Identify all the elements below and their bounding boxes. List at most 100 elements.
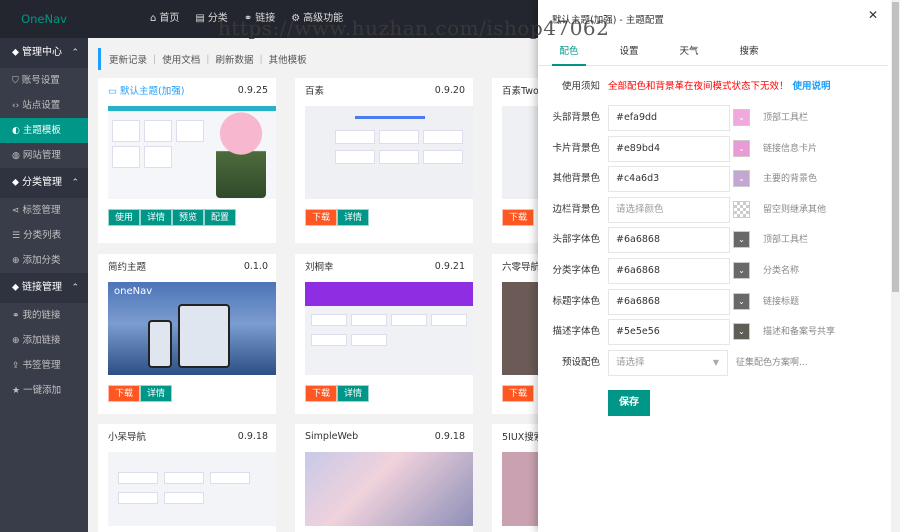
sidebar-item-tags[interactable]: ⋖ 标签管理 (0, 198, 88, 223)
sidebar-group-category[interactable]: ⬥ 分类管理 ⌃ (0, 168, 88, 198)
subnav-refresh[interactable]: 刷新数据 (215, 52, 253, 66)
color-picker-swatch[interactable]: ⌄ (733, 262, 750, 279)
config-button[interactable]: 配置 (204, 209, 237, 226)
card-title: ▭ 默认主题(加强) (108, 83, 184, 97)
use-button[interactable]: 使用 (108, 209, 141, 226)
color-field-row: 其他背景色 #c4a6d3 ⌄ 主要的背景色 (538, 166, 888, 193)
preview-box (118, 492, 158, 504)
color-input[interactable]: #6a6868 (608, 227, 730, 254)
color-input[interactable]: #6a6868 (608, 258, 730, 284)
download-button[interactable]: 下载 (108, 385, 141, 402)
card-header: ▭ 默认主题(加强) 0.9.25 (98, 78, 276, 102)
save-button[interactable]: 保存 (608, 390, 650, 416)
sidebar-item-account[interactable]: ⛉ 账号设置 (0, 68, 88, 93)
card-version: 0.9.20 (434, 84, 465, 96)
subnav-changelog[interactable]: 更新记录 (109, 52, 147, 66)
globe-icon: ◍ (12, 151, 20, 161)
sidebar-group-admin[interactable]: ⬥ 管理中心 ⌃ (0, 38, 88, 68)
home-icon: ⌂ (150, 13, 157, 24)
card-title: 5IUX搜索 (502, 432, 538, 443)
field-help: 描述和备案号共享 (763, 327, 836, 338)
sidebar-item-my-links[interactable]: ⚭ 我的链接 (0, 303, 88, 328)
sidebar-item-bookmarks[interactable]: ⇪ 书签管理 (0, 353, 88, 378)
sidebar-item-site[interactable]: ‹› 站点设置 (0, 93, 88, 118)
card-title: 小呆导航 (108, 432, 147, 443)
download-button[interactable]: 下载 (305, 385, 338, 402)
field-label: 边栏背景色 (552, 203, 600, 215)
theme-preview-image (305, 106, 473, 199)
scrollbar[interactable] (891, 0, 900, 532)
tab-settings[interactable]: 设置 (612, 38, 646, 66)
detail-button[interactable]: 详情 (337, 209, 370, 226)
preview-box (423, 130, 463, 144)
color-input[interactable]: 请选择颜色 (608, 196, 730, 223)
theme-card: 小呆导航 0.9.18 (98, 424, 276, 532)
card-header: SimpleWeb 0.9.18 (295, 424, 473, 448)
tab-colors[interactable]: 配色 (552, 38, 586, 66)
usage-link[interactable]: 使用说明 (793, 81, 831, 92)
warning-text: 全部配色和背景革在夜间模式状态下无效！ (608, 81, 789, 92)
field-help: 顶部工具栏 (763, 235, 809, 246)
preset-select[interactable]: 请选择 ▼ (608, 350, 728, 376)
sidebar-item-add-link[interactable]: ⊕ 添加链接 (0, 328, 88, 353)
color-picker-swatch[interactable]: ⌄ (733, 292, 750, 310)
color-picker-swatch[interactable] (733, 200, 750, 218)
download-button[interactable]: 下载 (502, 209, 535, 226)
subnav-other-templates[interactable]: 其他模板 (269, 52, 307, 66)
color-picker-swatch[interactable]: ⌄ (733, 139, 750, 157)
chevron-down-icon: ⌄ (738, 174, 745, 184)
sidebar-item-add-category[interactable]: ⊕ 添加分类 (0, 248, 88, 273)
sidebar-item-theme[interactable]: ◐ 主题模板 (0, 118, 88, 143)
color-input[interactable]: #6a6868 (608, 288, 730, 315)
detail-button[interactable]: 详情 (337, 385, 370, 402)
theme-preview-image (502, 106, 538, 199)
preview-box (176, 120, 204, 142)
monitor-icon: ▭ (108, 86, 120, 97)
card-actions: 下载 详情 (305, 209, 473, 226)
sidebar-item-label: 分类列表 (23, 230, 62, 241)
subnav-docs[interactable]: 使用文档 (162, 52, 200, 66)
add-circle-icon: ⊕ (12, 336, 20, 346)
tab-weather[interactable]: 天气 (672, 38, 706, 66)
preview-button[interactable]: 预览 (172, 209, 205, 226)
usage-notice: 全部配色和背景革在夜间模式状态下无效！ 使用说明 (608, 74, 831, 100)
preview-box (335, 130, 375, 144)
shield-icon: ⛉ (12, 76, 19, 86)
sidebar-item-website[interactable]: ◍ 网站管理 (0, 143, 88, 168)
topnav-home[interactable]: ⌂ 首页 (150, 0, 179, 38)
card-title: 百素 (305, 86, 325, 97)
sidebar-item-quick-add[interactable]: ★ 一键添加 (0, 378, 88, 403)
download-button[interactable]: 下载 (305, 209, 338, 226)
sidebar-group-links[interactable]: ⬥ 链接管理 ⌃ (0, 273, 88, 303)
download-button[interactable]: 下载 (502, 385, 535, 402)
color-picker-swatch[interactable]: ⌄ (733, 323, 750, 341)
tab-search[interactable]: 搜索 (732, 38, 766, 66)
color-input[interactable]: #e89bd4 (608, 135, 730, 162)
detail-button[interactable]: 详情 (140, 385, 173, 402)
card-actions: 下载 详情 (108, 385, 276, 402)
preview-box (311, 314, 347, 326)
app-logo[interactable]: OneNav Extend (0, 0, 88, 64)
sidebar-item-label: 账号设置 (21, 75, 60, 86)
card-header: 简约主题 0.1.0 (98, 254, 276, 278)
phone-mockup (148, 320, 172, 368)
color-field-row: 标题字体色 #6a6868 ⌄ 链接标题 (538, 288, 888, 315)
theme-card: SimpleWeb 0.9.18 (295, 424, 473, 532)
field-label: 分类字体色 (552, 265, 600, 276)
color-field-row: 卡片背景色 #e89bd4 ⌄ 链接信息卡片 (538, 135, 888, 162)
color-field-row: 分类字体色 #6a6868 ⌄ 分类名称 (538, 258, 888, 284)
detail-button[interactable]: 详情 (140, 209, 173, 226)
color-picker-swatch[interactable]: ⌄ (733, 109, 750, 126)
code-icon: ‹› (12, 101, 20, 111)
color-picker-swatch[interactable]: ⌄ (733, 231, 750, 249)
divider: | (153, 53, 157, 65)
color-input[interactable]: #efa9dd (608, 105, 730, 131)
color-input[interactable]: #5e5e56 (608, 319, 730, 346)
color-input[interactable]: #c4a6d3 (608, 166, 730, 193)
field-label: 头部背景色 (552, 112, 600, 123)
sidebar-item-category-list[interactable]: ☰ 分类列表 (0, 223, 88, 248)
panel-tabs: 配色 设置 天气 搜索 (538, 38, 888, 66)
close-icon[interactable]: ✕ (868, 8, 878, 22)
scrollbar-thumb[interactable] (892, 2, 899, 292)
color-picker-swatch[interactable]: ⌄ (733, 170, 750, 188)
